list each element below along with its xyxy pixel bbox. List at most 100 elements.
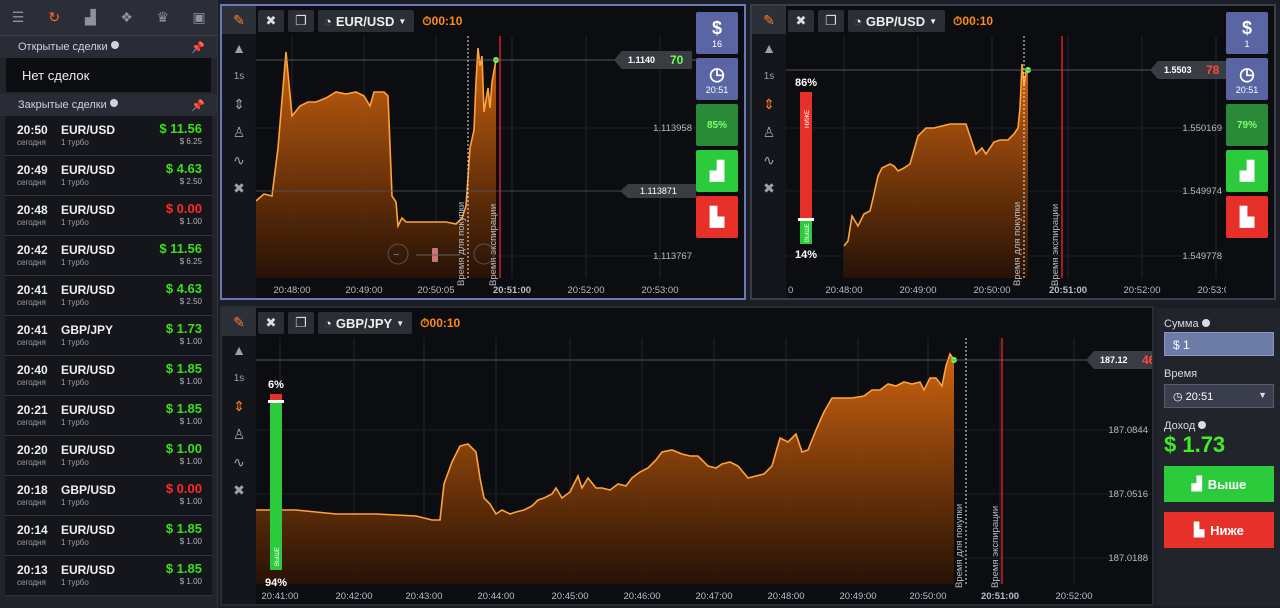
info-icon[interactable] [1198, 421, 1207, 429]
duplicate-icon[interactable]: ❐ [288, 312, 314, 334]
list-icon[interactable]: ☰ [0, 0, 36, 35]
deal-row[interactable]: 20:20 сегодня EUR/USD 1 турбо $ 1.00 $ 1.00 [5, 436, 212, 476]
chart-panel-eurusd[interactable]: ✎ ▲ 1s ⇕ ♙ ∿ ✖ ✖ ❐ ◔ EUR/USD ▼ ⏱00:10 20:4… [220, 4, 746, 300]
chart-tools: ✎ ▲ 1s ⇕ ♙ ∿ ✖ [222, 6, 256, 298]
close-chart-button[interactable]: ✖ [258, 10, 284, 32]
chart-panel-gbpusd[interactable]: ✎ ▲ 1s ⇕ ♙ ∿ ✖ ✖ ❐ ◔ GBP/USD ▼ ⏱00:10 20:4… [750, 4, 1276, 300]
trophy-icon[interactable]: ♛ [145, 0, 181, 35]
area-chart-icon[interactable]: ▲ [222, 336, 256, 364]
deal-profit: $ 0.00 [165, 201, 202, 216]
info-icon[interactable] [1201, 319, 1210, 327]
time-button[interactable]: ◷ 20:51 [1226, 58, 1268, 100]
deal-row[interactable]: 20:49 сегодня EUR/USD 1 турбо $ 4.63 $ 2.50 [5, 156, 212, 196]
deal-kind: 1 турбо [61, 378, 89, 387]
deal-row[interactable]: 20:42 сегодня EUR/USD 1 турбо $ 11.56 $ 6.25 [5, 236, 212, 276]
deal-amount: $ 1.00 [179, 337, 202, 346]
duplicate-icon[interactable]: ❐ [818, 10, 844, 32]
zoom-out-icon[interactable]: − [393, 249, 399, 261]
deal-pair: EUR/USD [61, 123, 116, 137]
info-icon[interactable] [109, 99, 118, 107]
open-deals-empty: Нет сделок [6, 58, 211, 92]
pair-selector[interactable]: ◔ GBP/USD ▼ [848, 10, 946, 32]
trend-down-icon: ▙ [1194, 522, 1205, 537]
duplicate-icon[interactable]: ❐ [288, 10, 314, 32]
chart-toolbar: ✖ ❐ ◔ GBP/JPY ▼ ⏱00:10 [258, 312, 460, 334]
sentiment-down-pct: 94% [265, 577, 287, 589]
y-tick-label: 1.549974 [1182, 186, 1222, 197]
x-tick-label: 0 [788, 285, 793, 296]
up-button[interactable]: ▟ [1226, 150, 1268, 192]
video-icon[interactable]: ▣ [181, 0, 217, 35]
pencil-icon[interactable]: ✎ [222, 6, 256, 34]
y-tick-label: 1.549778 [1182, 251, 1222, 262]
y-tick-label: 1.113767 [653, 251, 692, 262]
deal-profit: $ 11.56 [159, 241, 202, 256]
closed-deals-list: 20:50 сегодня EUR/USD 1 турбо $ 11.56 $ 6.25 2… [0, 116, 217, 596]
expiry-time-label: Время экспирации [1050, 204, 1061, 286]
sum-input[interactable]: $ 1 [1164, 332, 1274, 356]
pair-selector[interactable]: ◔ EUR/USD ▼ [318, 10, 415, 32]
indicator-icon[interactable]: ♙ [222, 118, 256, 146]
assets-icon[interactable]: ❖ [109, 0, 145, 35]
deals-icon[interactable]: ↻ [36, 0, 72, 35]
deal-row[interactable]: 20:13 сегодня EUR/USD 1 турбо $ 1.85 $ 1.00 [5, 556, 212, 596]
lower-button[interactable]: ▙ Ниже [1164, 512, 1274, 548]
deal-row[interactable]: 20:41 сегодня GBP/JPY 1 турбо $ 1.73 $ 1.00 [5, 316, 212, 356]
deal-time: 20:18 [17, 483, 48, 497]
time-button[interactable]: ◷ 20:51 [696, 58, 738, 100]
pencil-icon[interactable]: ✎ [752, 6, 786, 34]
deal-pair: GBP/USD [61, 483, 116, 497]
current-price-tag: 1.5503 78 [1150, 61, 1226, 79]
deal-row[interactable]: 20:21 сегодня EUR/USD 1 турбо $ 1.85 $ 1.00 [5, 396, 212, 436]
down-button[interactable]: ▙ [696, 196, 738, 238]
updown-icon[interactable]: ⇕ [222, 90, 256, 118]
amount-button[interactable]: $1 [1226, 12, 1268, 54]
x-tick-label: 20:43:00 [406, 591, 443, 602]
pin-icon[interactable]: 📌 [191, 99, 205, 112]
expiration-toggle[interactable]: 1s [752, 62, 786, 90]
close-chart-button[interactable]: ✖ [258, 312, 284, 334]
expiration-toggle[interactable]: 1s [222, 62, 256, 90]
trend-icon[interactable]: ∿ [222, 448, 256, 476]
close-chart-button[interactable]: ✖ [788, 10, 814, 32]
deal-profit: $ 1.85 [165, 361, 202, 376]
y-tick-label: 1.550169 [1182, 123, 1222, 134]
time-select[interactable]: ◷ 20:51 ▼ [1164, 384, 1274, 408]
area-chart-icon[interactable]: ▲ [222, 34, 256, 62]
deal-row[interactable]: 20:18 сегодня GBP/USD 1 турбо $ 0.00 $ 1.00 [5, 476, 212, 516]
up-button[interactable]: ▟ [696, 150, 738, 192]
expiration-toggle[interactable]: 1s [222, 364, 256, 392]
close-icon[interactable]: ✖ [752, 174, 786, 202]
updown-icon[interactable]: ⇕ [222, 392, 256, 420]
deal-row[interactable]: 20:40 сегодня EUR/USD 1 турбо $ 1.85 $ 1.00 [5, 356, 212, 396]
higher-button[interactable]: ▟ Выше [1164, 466, 1274, 502]
deal-time: 20:40 [17, 363, 48, 377]
deal-profit: $ 0.00 [165, 481, 202, 496]
pencil-icon[interactable]: ✎ [222, 308, 256, 336]
deal-profit: $ 1.73 [165, 321, 202, 336]
close-icon[interactable]: ✖ [222, 476, 256, 504]
y-tick-label: 187.0516 [1108, 489, 1148, 500]
info-icon[interactable] [110, 41, 119, 49]
close-icon[interactable]: ✖ [222, 174, 256, 202]
area-chart-icon[interactable]: ▲ [752, 34, 786, 62]
deal-row[interactable]: 20:48 сегодня EUR/USD 1 турбо $ 0.00 $ 1.00 [5, 196, 212, 236]
deal-kind: 1 турбо [61, 138, 89, 147]
price-area [844, 64, 1028, 278]
pair-selector[interactable]: ◔ GBP/JPY ▼ [318, 312, 413, 334]
down-button[interactable]: ▙ [1226, 196, 1268, 238]
deal-row[interactable]: 20:41 сегодня EUR/USD 1 турбо $ 4.63 $ 2.50 [5, 276, 212, 316]
expiry-time-label: Время экспирации [488, 204, 499, 286]
pin-icon[interactable]: 📌 [191, 41, 205, 54]
indicator-icon[interactable]: ♙ [752, 118, 786, 146]
deal-row[interactable]: 20:14 сегодня EUR/USD 1 турбо $ 1.85 $ 1.00 [5, 516, 212, 556]
deal-row[interactable]: 20:50 сегодня EUR/USD 1 турбо $ 11.56 $ 6.25 [5, 116, 212, 156]
chart-icon[interactable]: ▟ [72, 0, 108, 35]
trend-icon[interactable]: ∿ [222, 146, 256, 174]
indicator-icon[interactable]: ♙ [222, 420, 256, 448]
deal-day: сегодня [17, 538, 46, 547]
chart-panel-gbpjpy[interactable]: ✎ ▲ 1s ⇕ ♙ ∿ ✖ ✖ ❐ ◔ GBP/JPY ▼ ⏱00:10 20:4… [220, 306, 1154, 606]
trend-icon[interactable]: ∿ [752, 146, 786, 174]
amount-button[interactable]: $16 [696, 12, 738, 54]
updown-icon[interactable]: ⇕ [752, 90, 786, 118]
